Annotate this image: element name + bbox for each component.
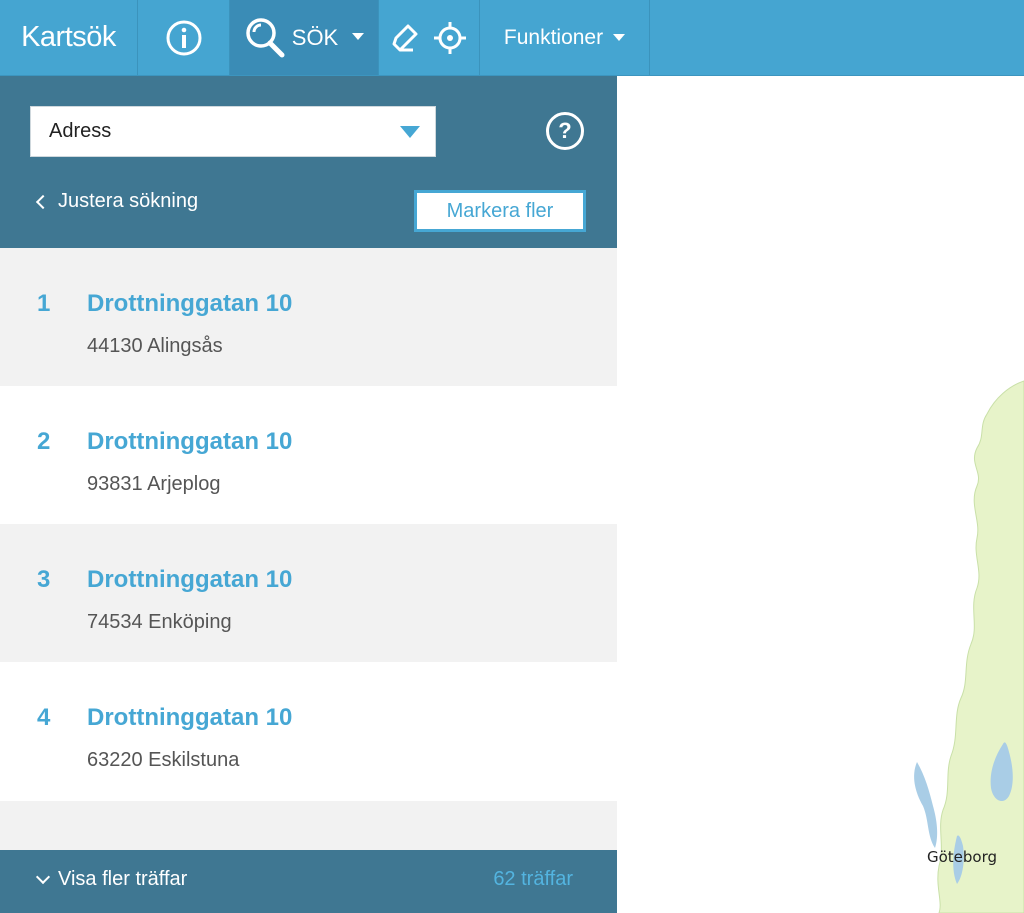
search-menu-button[interactable]: SÖK bbox=[230, 0, 379, 75]
results-footer: Visa fler träffar 62 träffar bbox=[0, 850, 617, 913]
chevron-left-icon bbox=[35, 194, 51, 210]
result-subtitle: 44130 Alingsås bbox=[87, 335, 223, 357]
water-coast bbox=[914, 762, 938, 848]
functions-menu-button[interactable]: Funktioner bbox=[480, 0, 650, 75]
app-title[interactable]: Kartsök bbox=[0, 0, 138, 75]
result-title[interactable]: Drottninggatan 10 bbox=[87, 428, 292, 456]
result-number: 3 bbox=[37, 566, 51, 593]
search-icon bbox=[246, 17, 285, 57]
result-title[interactable]: Drottninggatan 10 bbox=[87, 566, 292, 594]
functions-menu-label: Funktioner bbox=[503, 25, 604, 49]
info-button[interactable] bbox=[138, 0, 230, 75]
list-item-partial bbox=[0, 801, 617, 850]
chevron-down-icon bbox=[35, 869, 51, 885]
result-subtitle: 74534 Enköping bbox=[87, 611, 232, 633]
result-number: 1 bbox=[37, 290, 51, 317]
result-title[interactable]: Drottninggatan 10 bbox=[87, 704, 292, 732]
adjust-search-label: Justera sökning bbox=[58, 190, 199, 212]
search-type-select[interactable]: Adress bbox=[30, 106, 436, 157]
result-number: 2 bbox=[37, 428, 51, 455]
mark-more-button[interactable]: Markera fler bbox=[414, 190, 586, 232]
search-panel-header: Adress ? Justera sökning Markera fler bbox=[0, 76, 617, 248]
chevron-down-icon bbox=[352, 33, 365, 40]
crosshair-icon[interactable] bbox=[433, 21, 467, 55]
result-subtitle: 93831 Arjeplog bbox=[87, 473, 221, 495]
land-area bbox=[937, 380, 1024, 913]
chevron-down-icon bbox=[613, 34, 626, 41]
list-item[interactable]: 2 Drottninggatan 10 93831 Arjeplog bbox=[0, 386, 617, 524]
map-land bbox=[914, 380, 1024, 913]
map-canvas[interactable]: Göteborg bbox=[617, 76, 1024, 913]
search-type-value: Adress bbox=[49, 120, 112, 142]
list-item[interactable]: 1 Drottninggatan 10 44130 Alingsås bbox=[0, 248, 617, 386]
info-icon bbox=[166, 20, 201, 55]
list-item[interactable]: 3 Drottninggatan 10 74534 Enköping bbox=[0, 524, 617, 662]
search-menu-label: SÖK bbox=[291, 24, 339, 50]
result-number: 4 bbox=[37, 704, 51, 731]
dropdown-arrow-icon bbox=[400, 126, 420, 138]
list-item[interactable]: 4 Drottninggatan 10 63220 Eskilstuna bbox=[0, 662, 617, 800]
map-city-label: Göteborg bbox=[927, 848, 998, 866]
adjust-search-link[interactable]: Justera sökning bbox=[35, 190, 199, 213]
result-subtitle: 63220 Eskilstuna bbox=[87, 749, 240, 771]
show-more-link[interactable]: Visa fler träffar bbox=[35, 868, 188, 891]
hit-count: 62 träffar bbox=[493, 868, 573, 890]
top-bar: Kartsök SÖK Funktioner bbox=[0, 0, 1024, 76]
show-more-label: Visa fler träffar bbox=[58, 868, 188, 890]
result-list: 1 Drottninggatan 10 44130 Alingsås 2 Dro… bbox=[0, 248, 617, 800]
help-icon[interactable]: ? bbox=[546, 112, 584, 150]
draw-icon[interactable] bbox=[391, 22, 421, 54]
tools-group bbox=[379, 0, 480, 75]
result-title[interactable]: Drottninggatan 10 bbox=[87, 290, 292, 318]
